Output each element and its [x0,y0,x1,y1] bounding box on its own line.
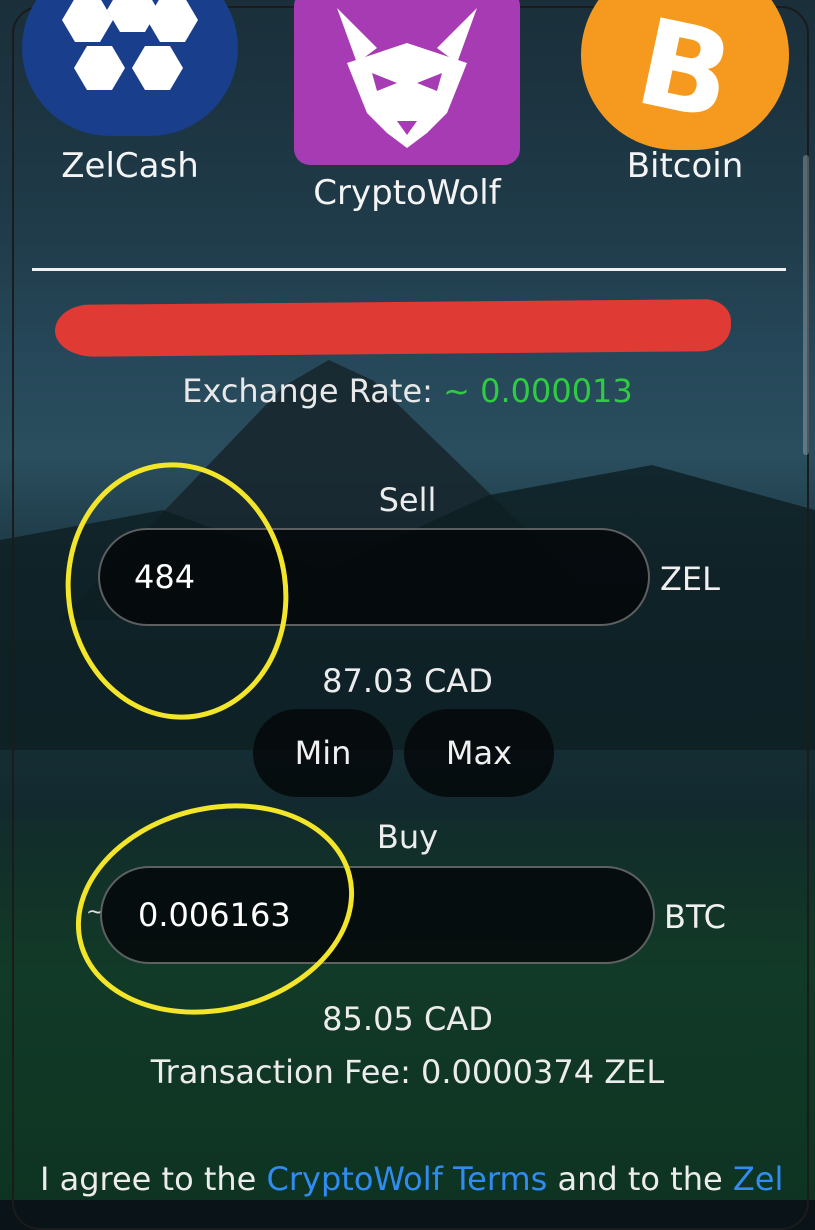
coin-name-zelcash: ZelCash [61,146,199,186]
buy-fiat-value: 85.05 CAD [322,1000,493,1038]
coin-option-bitcoin[interactable]: B Bitcoin [580,0,790,186]
exchange-rate: Exchange Rate: ~ 0.000013 [0,372,815,410]
coin-name-cryptowolf: CryptoWolf [313,173,501,213]
sell-label: Sell [378,481,437,519]
exchange-rate-label: Exchange Rate: [182,372,433,410]
coin-name-bitcoin: Bitcoin [626,146,744,186]
terms-agreement: I agree to the CryptoWolf Terms and to t… [40,1160,815,1198]
buy-label: Buy [376,818,439,856]
cryptowolf-terms-link[interactable]: CryptoWolf Terms [267,1160,548,1198]
buy-amount-input[interactable]: 0.006163 [100,866,655,964]
zel-terms-link[interactable]: Zel [733,1160,784,1198]
terms-prefix: I agree to the [40,1160,267,1198]
coin-option-zelcash[interactable]: ZelCash [20,0,240,186]
scrollbar[interactable] [803,155,809,455]
transaction-fee: Transaction Fee: 0.0000374 ZEL [150,1053,665,1091]
cryptowolf-wolf-logo-icon [294,0,520,165]
redaction-scribble [54,299,732,357]
zelcash-hexagon-logo-icon [22,0,238,136]
terms-middle: and to the [547,1160,733,1198]
exchange-rate-value: ~ 0.000013 [443,372,633,410]
max-button[interactable]: Max [404,709,554,797]
sell-fiat-value: 87.03 CAD [322,662,493,700]
bitcoin-logo-icon: B [581,0,789,150]
divider [32,268,786,271]
coin-option-cryptowolf[interactable]: CryptoWolf [292,0,522,213]
buy-unit: BTC [664,898,726,936]
sell-unit: ZEL [660,560,720,598]
min-button[interactable]: Min [253,709,393,797]
sell-amount-input[interactable]: 484 [98,528,650,626]
